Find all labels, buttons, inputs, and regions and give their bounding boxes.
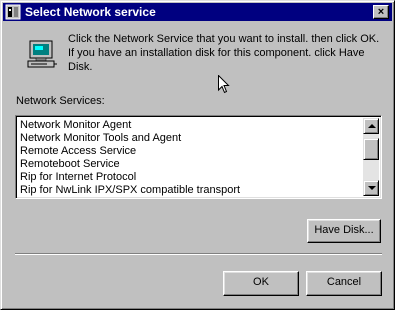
list-item[interactable]: Network Monitor Tools and Agent xyxy=(20,132,360,145)
scroll-down-button[interactable] xyxy=(363,180,379,196)
list-item[interactable]: Remote Access Service xyxy=(20,145,360,158)
list-item[interactable]: Network Monitor Agent xyxy=(20,119,360,132)
list-item[interactable]: Remoteboot Service xyxy=(20,158,360,171)
have-disk-button[interactable]: Have Disk... xyxy=(307,219,381,243)
vertical-scrollbar[interactable] xyxy=(363,118,379,196)
scroll-thumb[interactable] xyxy=(363,138,379,160)
arrow-up-icon xyxy=(368,124,376,128)
list-item[interactable]: Rip for NwLink IPX/SPX compatible transp… xyxy=(20,184,360,197)
arrow-down-icon xyxy=(368,186,376,190)
scroll-up-button[interactable] xyxy=(363,118,379,134)
separator xyxy=(15,253,382,255)
close-icon: × xyxy=(377,6,385,18)
network-services-list[interactable]: Network Monitor Agent Network Monitor To… xyxy=(15,115,382,199)
close-button[interactable]: × xyxy=(373,5,389,19)
ok-button[interactable]: OK xyxy=(223,271,299,296)
instructions-text: Click the Network Service that you want … xyxy=(68,33,380,73)
select-network-service-dialog: Select Network service × Click the Netwo… xyxy=(0,0,395,310)
network-computer-icon xyxy=(27,40,57,68)
list-items-container: Network Monitor Agent Network Monitor To… xyxy=(20,119,360,197)
cancel-button[interactable]: Cancel xyxy=(306,271,382,296)
mouse-pointer-icon xyxy=(218,75,230,94)
list-item[interactable]: Rip for Internet Protocol xyxy=(20,171,360,184)
window-title: Select Network service xyxy=(25,5,156,19)
network-setup-icon xyxy=(5,4,21,20)
title-bar[interactable]: Select Network service × xyxy=(3,3,392,21)
network-services-label: Network Services: xyxy=(16,95,105,107)
